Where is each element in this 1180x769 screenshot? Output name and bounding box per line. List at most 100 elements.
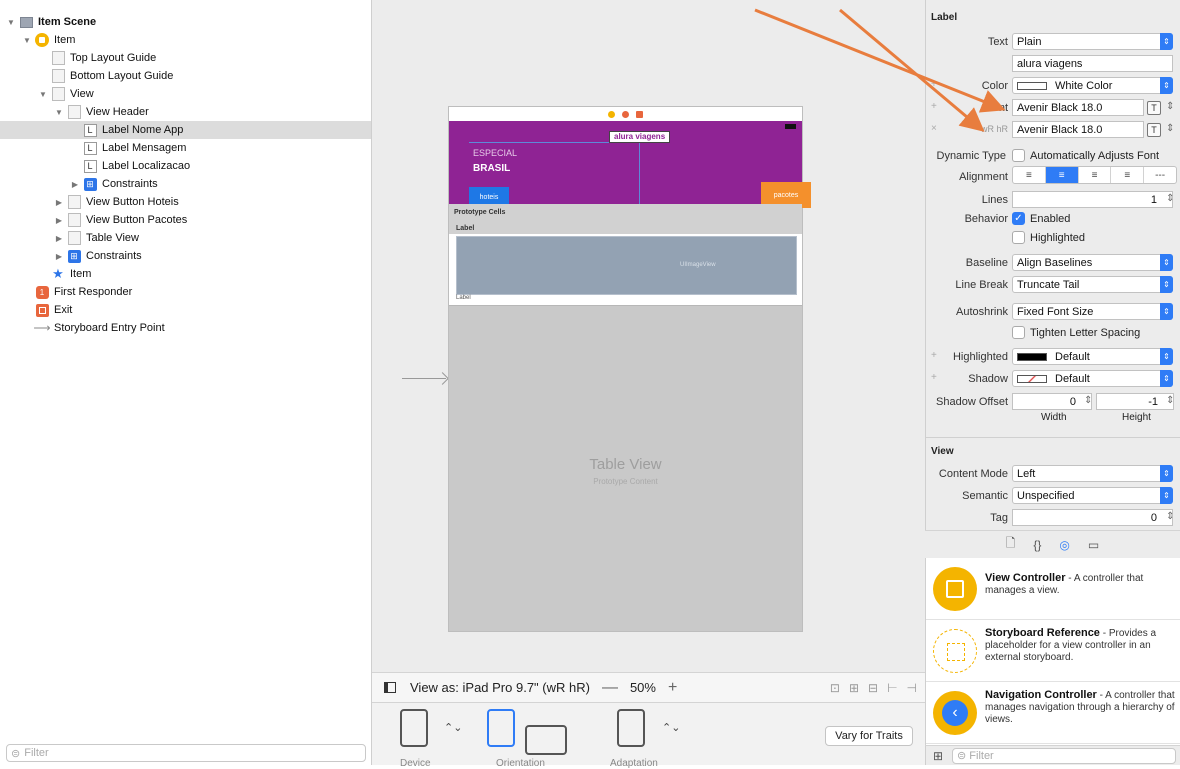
view-as-label[interactable]: View as: iPad Pro 9.7" (wR hR) [410,680,590,695]
device-chevron-icon[interactable]: ⌃⌄ [444,721,462,734]
disclosure-triangle-icon[interactable]: ▶ [54,198,64,207]
disclosure-triangle-icon[interactable]: ▶ [70,180,80,189]
disclosure-triangle-icon[interactable]: ▼ [54,108,64,117]
outline-row[interactable]: ▼ View [0,85,371,103]
outline-row[interactable]: ▶ View Button Hoteis [0,193,371,211]
file-template-icon[interactable]: 🗋 [1006,534,1016,555]
font-size-stepper[interactable]: ⇕ [1166,101,1174,112]
outline-row[interactable]: ▼ Item Scene [0,13,371,31]
font-picker-icon[interactable]: T [1147,123,1161,137]
library-item-view-controller[interactable]: View Controller - A controller that mana… [926,558,1180,620]
dynamic-type-checkbox[interactable] [1012,149,1025,162]
shadow-offset-width-field[interactable]: 0 [1012,393,1092,410]
font-size-stepper[interactable]: ⇕ [1166,123,1174,134]
adaptation-ipad-icon[interactable] [617,709,645,747]
library-item-storyboard-reference[interactable]: Storyboard Reference - Provides a placeh… [926,620,1180,682]
outline-row[interactable]: Top Layout Guide [0,49,371,67]
outline-filter-field[interactable]: ⊜ Filter [6,744,366,762]
code-snippet-icon[interactable]: {} [1033,538,1041,552]
tag-field[interactable]: 0 [1012,509,1173,526]
align-left-icon[interactable]: ≡ [1013,167,1046,183]
exit-dock-icon[interactable] [636,110,643,118]
outline-row[interactable]: ▶ Table View [0,229,371,247]
embed-in-stack-icon[interactable]: ⊞ [849,681,859,695]
font-picker-icon[interactable]: T [1147,101,1161,115]
outline-row[interactable]: L Label Mensagem [0,139,371,157]
ipad-scene[interactable]: alura viagens ESPECIAL BRASIL hoteis pac… [448,106,811,632]
outline-row[interactable]: L Label Nome App [0,121,371,139]
outline-row[interactable]: ▼ Item [0,31,371,49]
line-break-popup[interactable]: Truncate Tail ⇕ [1012,276,1173,293]
offset-width-stepper[interactable]: ⇕ [1084,395,1092,406]
shadow-color-popup[interactable]: Default ⇕ [1012,370,1173,387]
orientation-portrait-icon[interactable] [487,709,515,747]
view-header[interactable]: alura viagens ESPECIAL BRASIL hoteis pac… [449,121,811,208]
zoom-out-button[interactable]: — [602,679,618,697]
text-type-popup[interactable]: Plain ⇕ [1012,33,1173,50]
orientation-landscape-icon[interactable] [525,725,567,755]
outline-row[interactable]: ▶ View Button Pacotes [0,211,371,229]
variation-font-field[interactable]: Avenir Black 18.0 [1012,121,1144,138]
update-frames-icon[interactable]: ⊡ [830,681,840,695]
outline-row[interactable]: Bottom Layout Guide [0,67,371,85]
table-view[interactable]: Table View Prototype Content [449,305,802,631]
disclosure-triangle-icon[interactable]: ▼ [22,36,32,45]
outline-row[interactable]: L Label Localizacao [0,157,371,175]
outline-row[interactable]: Exit [0,301,371,319]
disclosure-triangle-icon[interactable]: ▶ [54,216,64,225]
font-field[interactable]: Avenir Black 18.0 [1012,99,1144,116]
text-content-field[interactable]: alura viagens [1012,55,1173,72]
media-library-icon[interactable]: ▭ [1088,538,1099,552]
image-view[interactable]: UIImageView [456,236,797,295]
color-popup[interactable]: White Color ⇕ [1012,77,1173,94]
library-item-navigation-controller[interactable]: ‹ Navigation Controller - A controller t… [926,682,1180,744]
tighten-checkbox[interactable] [1012,326,1025,339]
outline-row[interactable]: ★ Item [0,265,371,283]
toggle-outline-icon[interactable] [384,682,396,693]
disclosure-triangle-icon[interactable]: ▶ [54,252,64,261]
zoom-in-button[interactable]: + [668,679,677,697]
disclosure-triangle-icon[interactable]: ▼ [38,90,48,99]
cell-label[interactable]: Label [456,295,471,301]
library-filter-field[interactable]: ⊜ Filter [952,748,1176,764]
pin-icon[interactable]: ⊢ [887,681,897,695]
outline-row[interactable]: ⟶ Storyboard Entry Point [0,319,371,337]
label-mensagem[interactable]: ESPECIAL [473,148,517,158]
tag-stepper[interactable]: ⇕ [1166,511,1174,522]
lines-stepper[interactable]: ⇕ [1166,193,1174,204]
disclosure-triangle-icon[interactable]: ▼ [6,18,16,27]
disclosure-triangle-icon[interactable]: ▶ [54,234,64,243]
resolve-issues-icon[interactable]: ⊣ [907,681,917,695]
baseline-popup[interactable]: Align Baselines ⇕ [1012,254,1173,271]
lines-field[interactable]: 1 [1012,191,1173,208]
outline-row[interactable]: ▶ ⊞ Constraints [0,247,371,265]
alignment-segmented-control[interactable]: ≡ ≡ ≡ ≡ --- [1012,166,1177,184]
semantic-popup[interactable]: Unspecified ⇕ [1012,487,1173,504]
adaptation-chevron-icon[interactable]: ⌃⌄ [662,721,680,734]
outline-row[interactable]: ▶ ⊞ Constraints [0,175,371,193]
view-controller-dock-icon[interactable] [608,110,615,118]
shadow-offset-height-field[interactable]: -1 [1096,393,1174,410]
storyboard-canvas[interactable]: alura viagens ESPECIAL BRASIL hoteis pac… [372,0,925,672]
offset-height-stepper[interactable]: ⇕ [1166,395,1174,406]
label-nome-app[interactable]: alura viagens [609,131,671,143]
grid-view-icon[interactable]: ⊞ [933,749,943,763]
align-justify-icon[interactable]: ≡ [1111,167,1145,183]
align-natural-icon[interactable]: --- [1144,167,1176,183]
first-responder-dock-icon[interactable] [622,110,629,118]
align-center-icon[interactable]: ≡ [1045,167,1079,183]
outline-row[interactable]: 1 First Responder [0,283,371,301]
autoshrink-popup[interactable]: Fixed Font Size ⇕ [1012,303,1173,320]
align-right-icon[interactable]: ≡ [1079,167,1112,183]
highlighted-checkbox[interactable] [1012,231,1025,244]
outline-row[interactable]: ▼ View Header [0,103,371,121]
enabled-checkbox[interactable]: ✓ [1012,212,1025,225]
device-ipad-icon[interactable] [400,709,428,747]
highlighted-color-popup[interactable]: Default ⇕ [1012,348,1173,365]
label-localizacao[interactable]: BRASIL [473,163,510,174]
align-icon[interactable]: ⊟ [868,681,878,695]
object-library-icon[interactable]: ◎ [1059,538,1069,552]
cell-label[interactable]: Label [456,225,474,232]
vary-for-traits-button[interactable]: Vary for Traits [825,726,913,746]
content-mode-popup[interactable]: Left ⇕ [1012,465,1173,482]
